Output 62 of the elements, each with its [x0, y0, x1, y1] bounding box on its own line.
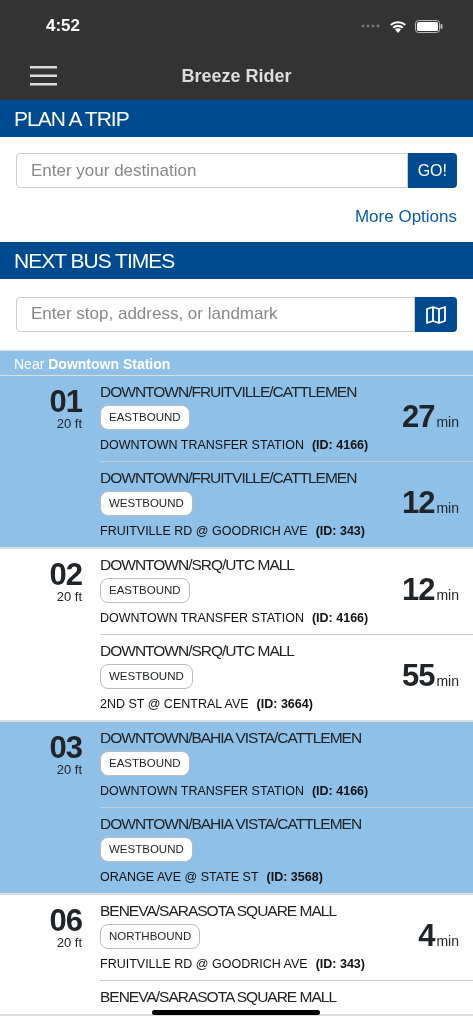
route-name: DOWNTOWN/SRQ/UTC MALL — [100, 640, 296, 661]
distance-text: 20 ft — [55, 416, 82, 430]
menu-button[interactable] — [30, 66, 57, 86]
minutes-unit: min — [436, 586, 459, 603]
route-number: 06 — [48, 904, 82, 936]
stop-id: (ID: 4166) — [311, 783, 369, 798]
direction-tag: WESTBOUND — [100, 490, 193, 516]
more-options-link[interactable]: More Options — [354, 207, 457, 226]
destination-field[interactable]: Enter your destination — [16, 153, 408, 188]
minutes-unit: min — [436, 672, 459, 689]
direction-tag: EASTBOUND — [100, 577, 190, 603]
section-heading: NEXT BUS TIMES — [14, 247, 175, 274]
app-title: Breeze Rider — [181, 64, 292, 88]
stop-id: (ID: 3568) — [266, 869, 323, 884]
stop-name: 2ND ST @ CENTRAL AVE — [100, 696, 249, 711]
map-button[interactable] — [415, 296, 457, 332]
stop-name: DOWNTOWN TRANSFER STATION — [100, 610, 304, 625]
stop-name: DOWNTOWN TRANSFER STATION — [100, 783, 304, 798]
route-name: DOWNTOWN/BAHIA VISTA/CATTLEMEN — [100, 813, 363, 834]
direction-tag: WESTBOUND — [100, 836, 193, 862]
stop-name: FRUITVILLE RD @ GOODRICH AVE — [100, 956, 308, 971]
stop-name: DOWNTOWN TRANSFER STATION — [100, 437, 304, 452]
stop-id: (ID: 343) — [315, 523, 365, 538]
distance-text: 20 ft — [55, 935, 82, 949]
stop-search-field[interactable]: Enter stop, address, or landmark — [16, 296, 415, 332]
signal-icon — [361, 24, 381, 28]
minutes-unit: min — [436, 932, 459, 949]
arrival-minutes: 55 — [401, 657, 435, 693]
minutes-unit: min — [436, 499, 459, 516]
route-number: 02 — [48, 558, 82, 590]
route-name: DOWNTOWN/BAHIA VISTA/CATTLEMEN — [100, 727, 363, 748]
route-name: BENEVA/SARASOTA SQUARE MALL — [100, 900, 338, 921]
section-heading: PLAN A TRIP — [14, 106, 129, 132]
route-number: 01 — [48, 385, 82, 417]
direction-tag: EASTBOUND — [100, 404, 190, 430]
go-button[interactable]: GO! — [407, 153, 457, 188]
stop-id: (ID: 343) — [315, 956, 365, 971]
status-time: 4:52 — [46, 15, 81, 38]
wifi-icon — [389, 19, 407, 33]
route-name: BENEVA/SARASOTA SQUARE MALL — [100, 986, 338, 1007]
arrival-minutes: 27 — [401, 398, 435, 434]
battery-icon — [415, 19, 443, 33]
direction-tag: EASTBOUND — [100, 750, 190, 776]
map-icon — [426, 305, 446, 324]
direction-tag: WESTBOUND — [100, 663, 193, 689]
arrival-minutes: 4 — [418, 917, 435, 953]
stop-id: (ID: 4166) — [311, 610, 369, 625]
route-name: DOWNTOWN/SRQ/UTC MALL — [100, 554, 296, 575]
stop-name: FRUITVILLE RD @ GOODRICH AVE — [100, 523, 308, 538]
distance-text: 20 ft — [55, 762, 82, 776]
route-name: DOWNTOWN/FRUITVILLE/CATTLEMEN — [100, 381, 358, 402]
arrival-minutes: 12 — [401, 571, 435, 607]
route-number: 03 — [48, 731, 82, 763]
minutes-unit: min — [436, 413, 459, 430]
distance-text: 20 ft — [55, 589, 82, 603]
route-name: DOWNTOWN/FRUITVILLE/CATTLEMEN — [100, 467, 358, 488]
nearby-stop-label: Near Downtown Station — [0, 349, 473, 376]
stop-id: (ID: 4166) — [311, 437, 369, 452]
direction-tag: NORTHBOUND — [100, 923, 201, 949]
arrival-minutes: 12 — [401, 484, 435, 520]
stop-id: (ID: 3664) — [256, 696, 313, 711]
stop-name: ORANGE AVE @ STATE ST — [100, 869, 259, 884]
